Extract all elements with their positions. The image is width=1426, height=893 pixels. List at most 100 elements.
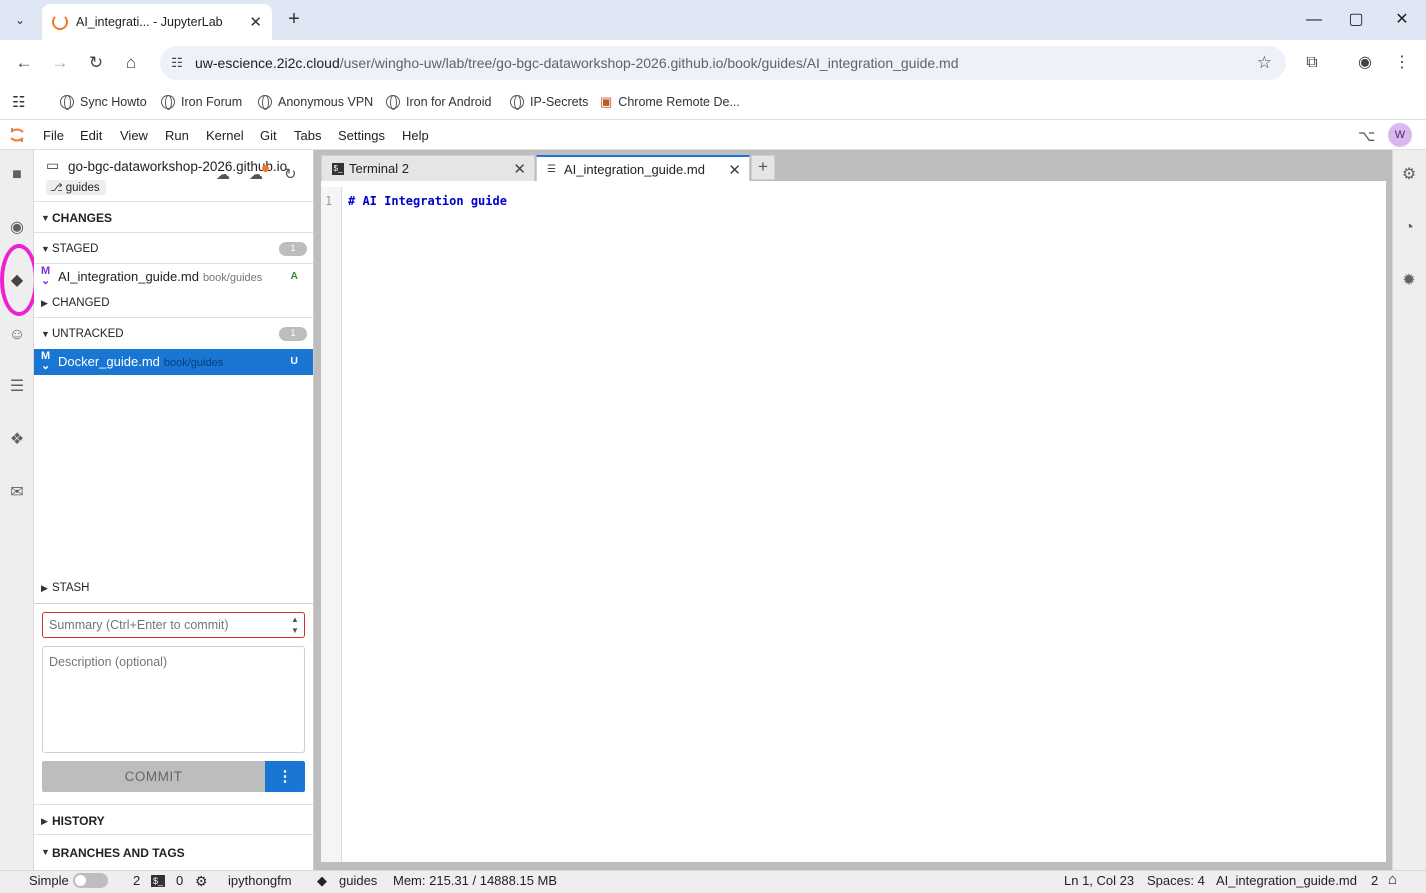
browser-menu-icon[interactable]: ⋮ bbox=[1390, 51, 1414, 75]
indentation-spaces[interactable]: Spaces: 4 bbox=[1147, 873, 1205, 888]
changes-header[interactable]: ▼ CHANGES bbox=[34, 203, 313, 233]
close-tab-icon[interactable]: ✕ bbox=[249, 13, 262, 31]
folder-icon[interactable]: ■ bbox=[7, 165, 27, 185]
commit-options-icon[interactable]: ⋮ bbox=[265, 761, 305, 792]
summary-spinner-icon[interactable]: ▲ ▼ bbox=[291, 614, 299, 636]
add-tab-icon[interactable]: + bbox=[751, 155, 775, 180]
tab-search-icon[interactable]: ⌄ bbox=[8, 8, 32, 32]
notification-bell-icon[interactable]: ⌂ bbox=[1388, 871, 1397, 888]
chevron-down-icon: ▼ bbox=[41, 847, 50, 857]
line-number: 1 bbox=[325, 194, 333, 208]
menu-kernel[interactable]: Kernel bbox=[206, 128, 244, 143]
menu-view[interactable]: View bbox=[120, 128, 148, 143]
chevron-right-icon: ▶ bbox=[41, 583, 48, 593]
staged-file-row[interactable]: M ⌄ AI_integration_guide.md book/guides A bbox=[34, 264, 313, 290]
close-icon[interactable]: ✕ bbox=[728, 161, 741, 179]
new-tab-icon[interactable]: + bbox=[284, 8, 304, 32]
simple-mode-toggle[interactable] bbox=[73, 873, 108, 888]
commit-summary-input[interactable] bbox=[42, 612, 305, 638]
cursor-position[interactable]: Ln 1, Col 23 bbox=[1064, 873, 1134, 888]
terminal-status-icon: $_ bbox=[151, 875, 166, 887]
maximize-icon[interactable]: ▢ bbox=[1344, 8, 1368, 32]
table-of-contents-icon[interactable]: ☰ bbox=[7, 377, 27, 397]
kernels-count[interactable]: 0 bbox=[176, 873, 183, 888]
forward-icon[interactable]: → bbox=[48, 51, 72, 75]
untracked-label: UNTRACKED bbox=[52, 328, 124, 340]
extensions-puzzle-icon[interactable]: ❖ bbox=[7, 430, 27, 450]
bookmark-iron-forum[interactable]: Iron Forum bbox=[161, 92, 242, 112]
tab-label: Terminal 2 bbox=[349, 161, 409, 176]
profile-icon[interactable]: ◉ bbox=[1353, 51, 1377, 75]
reload-icon[interactable]: ↻ bbox=[84, 51, 108, 75]
menu-file[interactable]: File bbox=[43, 128, 64, 143]
menu-tabs[interactable]: Tabs bbox=[294, 128, 321, 143]
address-bar[interactable]: ☷ uw-escience.2i2c.cloud/user/wingho-uw/… bbox=[160, 46, 1286, 80]
close-window-icon[interactable]: ✕ bbox=[1390, 8, 1414, 32]
status-branch[interactable]: guides bbox=[339, 873, 377, 888]
chevron-right-icon: ▶ bbox=[41, 298, 48, 308]
changed-header[interactable]: ▶ CHANGED bbox=[34, 290, 313, 318]
menu-edit[interactable]: Edit bbox=[80, 128, 102, 143]
pull-icon[interactable]: ☁ bbox=[216, 166, 230, 183]
apps-grid-icon[interactable]: ☷ bbox=[12, 92, 25, 112]
menu-run[interactable]: Run bbox=[165, 128, 189, 143]
bookmark-iron-for-android[interactable]: Iron for Android bbox=[386, 92, 491, 112]
tab-ai-integration-guide[interactable]: ☰ AI_integration_guide.md ✕ bbox=[536, 155, 750, 182]
branch-icon: ⎇ bbox=[50, 182, 66, 194]
bookmark-star-icon[interactable]: ☆ bbox=[1257, 53, 1272, 73]
running-terminals-icon[interactable]: ◉ bbox=[7, 218, 27, 238]
debugger-bug-icon[interactable]: ✹ bbox=[1399, 271, 1419, 291]
simple-mode-label: Simple bbox=[29, 873, 69, 888]
browser-tab[interactable]: AI_integrati... - JupyterLab ✕ bbox=[42, 4, 272, 40]
push-pending-dot bbox=[262, 165, 269, 172]
chat-icon[interactable]: ✉ bbox=[7, 483, 27, 503]
file-dir: book/guides bbox=[202, 272, 263, 284]
extensions-icon[interactable]: ⧉ bbox=[1300, 51, 1324, 75]
stash-header[interactable]: ▶ STASH bbox=[34, 574, 313, 602]
untracked-header[interactable]: ▼ UNTRACKED 1 bbox=[34, 319, 313, 349]
text-file-icon: ☰ bbox=[547, 163, 556, 175]
bookmark-label: Chrome Remote De... bbox=[618, 95, 740, 109]
staged-header[interactable]: ▼ STAGED 1 bbox=[34, 234, 313, 264]
refresh-icon[interactable]: ↻ bbox=[284, 165, 297, 183]
text-editor[interactable] bbox=[321, 181, 1386, 862]
bookmark-sync-howto[interactable]: Sync Howto bbox=[60, 92, 147, 112]
bookmark-label: Iron Forum bbox=[181, 95, 243, 109]
terminals-count[interactable]: 2 bbox=[133, 873, 140, 888]
kernel-name[interactable]: ipythongfm bbox=[228, 873, 292, 888]
menu-settings[interactable]: Settings bbox=[338, 128, 385, 143]
bookmark-anonymous-vpn[interactable]: Anonymous VPN bbox=[258, 92, 373, 112]
globe-icon bbox=[60, 95, 74, 110]
file-dir: book/guides bbox=[163, 357, 224, 369]
editor-line[interactable]: # AI Integration guide bbox=[348, 194, 507, 208]
notification-count[interactable]: 2 bbox=[1371, 873, 1378, 888]
bookmark-label: IP-Secrets bbox=[530, 95, 589, 109]
close-icon[interactable]: ✕ bbox=[513, 160, 526, 178]
push-icon[interactable]: ☁ bbox=[249, 166, 263, 183]
commit-description-input[interactable] bbox=[42, 646, 305, 753]
collaborators-icon[interactable]: ☺ bbox=[7, 325, 27, 345]
url-path: /user/wingho-uw/lab/tree/go-bgc-datawork… bbox=[339, 55, 959, 71]
site-info-icon[interactable]: ☷ bbox=[168, 55, 186, 71]
branches-tags-header[interactable]: ▼ BRANCHES AND TAGS bbox=[34, 836, 313, 867]
commit-button[interactable]: COMMIT bbox=[42, 761, 265, 792]
back-icon[interactable]: ← bbox=[12, 51, 36, 75]
bookmark-chrome-remote[interactable]: ▣ Chrome Remote De... bbox=[600, 92, 740, 112]
branch-badge[interactable]: ⎇ guides bbox=[46, 180, 106, 195]
menu-help[interactable]: Help bbox=[402, 128, 429, 143]
chevron-right-icon: ▶ bbox=[41, 816, 48, 826]
menu-git[interactable]: Git bbox=[260, 128, 277, 143]
untracked-file-row[interactable]: M ⌄ Docker_guide.md book/guides U bbox=[34, 349, 313, 375]
staged-count-badge: 1 bbox=[279, 242, 307, 256]
minimize-icon[interactable]: — bbox=[1302, 8, 1326, 32]
resource-gauge-icon[interactable]: ◔ bbox=[1399, 218, 1419, 238]
avatar[interactable]: W bbox=[1388, 123, 1412, 147]
branch-name: guides bbox=[65, 182, 100, 194]
home-icon[interactable]: ⌂ bbox=[119, 51, 143, 75]
tab-terminal-2[interactable]: $_ Terminal 2 ✕ bbox=[321, 155, 535, 181]
bookmark-ip-secrets[interactable]: IP-Secrets bbox=[510, 92, 588, 112]
history-header[interactable]: ▶ HISTORY bbox=[34, 804, 313, 835]
share-icon[interactable]: ⌥ bbox=[1358, 127, 1375, 145]
staged-label: STAGED bbox=[52, 243, 99, 255]
property-inspector-gear-icon[interactable]: ⚙ bbox=[1399, 165, 1419, 185]
